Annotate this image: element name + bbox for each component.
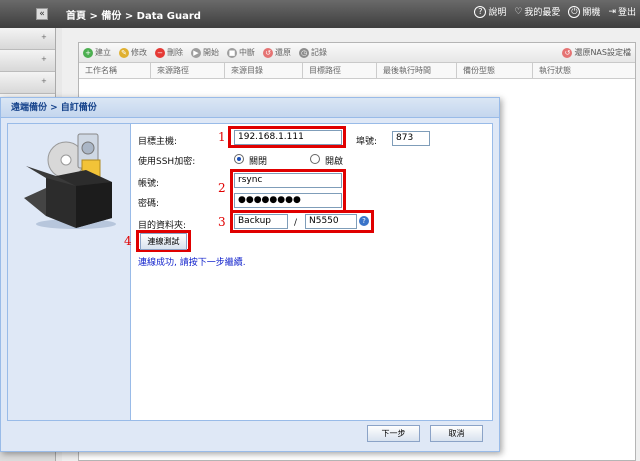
sidebar-item[interactable]: +: [0, 72, 55, 94]
restore-icon: ↺: [562, 47, 573, 58]
grid-header: 工作名稱 來源路徑 來源目錄 目標路徑 最後執行時間 備份型態 執行狀態: [79, 63, 635, 79]
favorites-label: 我的最愛: [524, 8, 561, 18]
sidebar-item[interactable]: +: [0, 28, 55, 50]
stop-icon: ■: [227, 47, 237, 58]
create-label: 建立: [95, 48, 111, 57]
create-button[interactable]: + 建立: [83, 47, 111, 58]
restore-button[interactable]: ↺ 還原: [263, 47, 291, 58]
logout-label: 登出: [617, 8, 636, 18]
restore-label: 還原: [275, 48, 291, 57]
play-icon: ▶: [191, 47, 201, 58]
pencil-icon: ✎: [119, 47, 129, 58]
column-header[interactable]: 最後執行時間: [377, 63, 457, 78]
dialog-illustration-panel: [8, 124, 131, 420]
help-icon[interactable]: ?: [359, 216, 369, 226]
logout-icon: ⇥: [608, 6, 616, 17]
next-button[interactable]: 下一步: [367, 425, 420, 442]
top-actions: ? 說明 ♡ 我的最愛 ⏻ 關機 ⇥ 登出: [474, 5, 636, 18]
help-label: 說明: [488, 8, 507, 18]
question-icon: ?: [474, 5, 487, 18]
sidebar-item[interactable]: +: [0, 50, 55, 72]
breadcrumb: 首頁 > 備份 > Data Guard: [66, 11, 201, 22]
connection-success-message: 連線成功, 請按下一步繼續.: [138, 258, 246, 268]
destination-subfolder-input[interactable]: N5550: [305, 214, 357, 229]
stop-button[interactable]: ■ 中斷: [227, 47, 255, 58]
account-input[interactable]: rsync: [234, 173, 342, 188]
shutdown-link[interactable]: ⏻ 關機: [568, 5, 600, 18]
ssh-label: 使用SSH加密:: [138, 157, 196, 167]
minus-icon: −: [155, 47, 165, 58]
edit-label: 修改: [131, 48, 147, 57]
cancel-button[interactable]: 取消: [430, 425, 483, 442]
annotation-number: 1: [218, 130, 226, 144]
log-label: 記錄: [311, 48, 327, 57]
column-header[interactable]: 來源路徑: [151, 63, 225, 78]
collapse-sidebar-button[interactable]: «: [36, 8, 48, 20]
custom-backup-dialog: 遠端備份 > 自訂備份 目標主機: 1 192.168.1.111 埠號: 87…: [0, 97, 500, 452]
backup-box-icon: [24, 133, 116, 229]
ssh-on-radio[interactable]: [310, 154, 320, 164]
dialog-title: 遠端備份 > 自訂備份: [1, 98, 499, 118]
start-label: 開始: [203, 48, 219, 57]
log-button[interactable]: ◷ 記錄: [299, 47, 327, 58]
stop-label: 中斷: [239, 48, 255, 57]
delete-label: 刪除: [167, 48, 183, 57]
power-icon: ⏻: [568, 5, 581, 18]
target-host-label: 目標主機:: [138, 137, 178, 147]
expand-icon: +: [41, 77, 47, 85]
password-input[interactable]: ●●●●●●●●: [234, 193, 342, 208]
column-header[interactable]: 執行狀態: [533, 63, 633, 78]
port-label: 埠號:: [356, 137, 378, 147]
favorites-link[interactable]: ♡ 我的最愛: [514, 5, 561, 19]
top-bar: « 首頁 > 備份 > Data Guard ? 說明 ♡ 我的最愛 ⏻ 關機 …: [0, 0, 640, 28]
ssh-off-radio[interactable]: [234, 154, 244, 164]
toolbar: + 建立 ✎ 修改 − 刪除 ▶ 開始 ■ 中斷 ↺ 還原 ◷ 記錄 ↺ 還原N…: [79, 43, 635, 63]
start-button[interactable]: ▶ 開始: [191, 47, 219, 58]
restore-nas-config-button[interactable]: ↺ 還原NAS設定檔: [562, 47, 631, 58]
plus-icon: +: [83, 47, 93, 58]
annotation-number: 4: [124, 234, 132, 248]
account-label: 帳號:: [138, 179, 160, 189]
folder-separator: /: [294, 218, 298, 228]
ssh-off-label: 關閉: [249, 157, 268, 167]
column-header[interactable]: 來源目錄: [225, 63, 303, 78]
destination-folder-input[interactable]: Backup: [234, 214, 288, 229]
clock-icon: ◷: [299, 47, 309, 58]
dialog-footer: 下一步 取消: [1, 419, 499, 451]
column-header[interactable]: 備份型態: [457, 63, 533, 78]
connection-test-button[interactable]: 連線測試: [140, 233, 187, 250]
delete-button[interactable]: − 刪除: [155, 47, 183, 58]
edit-button[interactable]: ✎ 修改: [119, 47, 147, 58]
column-header[interactable]: 目標路徑: [303, 63, 377, 78]
heart-icon: ♡: [514, 6, 523, 17]
port-input[interactable]: 873: [392, 131, 430, 146]
annotation-number: 2: [218, 181, 226, 195]
restore-icon: ↺: [263, 47, 273, 58]
logout-link[interactable]: ⇥ 登出: [608, 5, 636, 19]
shutdown-label: 關機: [582, 8, 601, 18]
expand-icon: +: [41, 55, 47, 63]
target-host-input[interactable]: 192.168.1.111: [234, 130, 342, 145]
ssh-on-label: 開啟: [325, 157, 344, 167]
column-header[interactable]: 工作名稱: [79, 63, 151, 78]
help-link[interactable]: ? 說明: [474, 5, 506, 18]
restore-nas-config-label: 還原NAS設定檔: [574, 48, 631, 57]
expand-icon: +: [41, 33, 47, 41]
password-label: 密碼:: [138, 199, 160, 209]
annotation-number: 3: [218, 215, 226, 229]
dialog-body: 目標主機: 1 192.168.1.111 埠號: 873 使用SSH加密: 關…: [7, 123, 493, 421]
